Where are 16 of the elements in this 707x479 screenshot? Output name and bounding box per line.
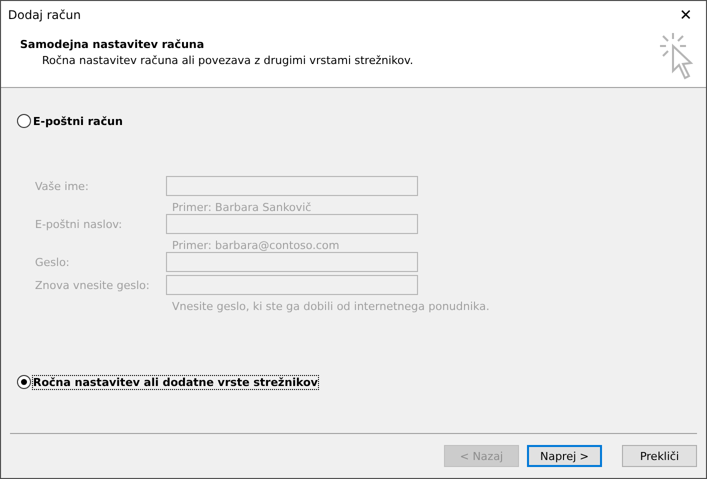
option-label[interactable]: Ročna nastavitev ali dodatne vrste strežnikov <box>33 376 318 388</box>
hint-text: Vnesite geslo, ki ste ga dobili od internetnega ponudnika. <box>171 299 490 313</box>
field-label: Vaše ime: <box>35 180 90 192</box>
header-title: Samodejna nastavitev računa <box>20 38 206 51</box>
option-label[interactable]: E-poštni račun <box>33 114 123 128</box>
radio-button[interactable] <box>17 114 31 128</box>
radio-button[interactable] <box>17 375 31 389</box>
hint-text: Primer: Barbara Sankovič <box>171 200 312 214</box>
field-label: Geslo: <box>35 256 71 268</box>
dialog-button[interactable]: Prekliči <box>622 445 697 467</box>
window-title: Dodaj račun <box>8 8 81 22</box>
header-subtitle: Ročna nastavitev računa ali povezava z drugimi vrstami strežnikov. <box>41 54 414 67</box>
hint-text: Primer: barbara@contoso.com <box>171 238 340 252</box>
field-label: Znova vnesite geslo: <box>35 278 148 292</box>
dialog-button[interactable]: Naprej > <box>527 445 602 467</box>
field-label: E-poštni naslov: <box>35 218 124 230</box>
